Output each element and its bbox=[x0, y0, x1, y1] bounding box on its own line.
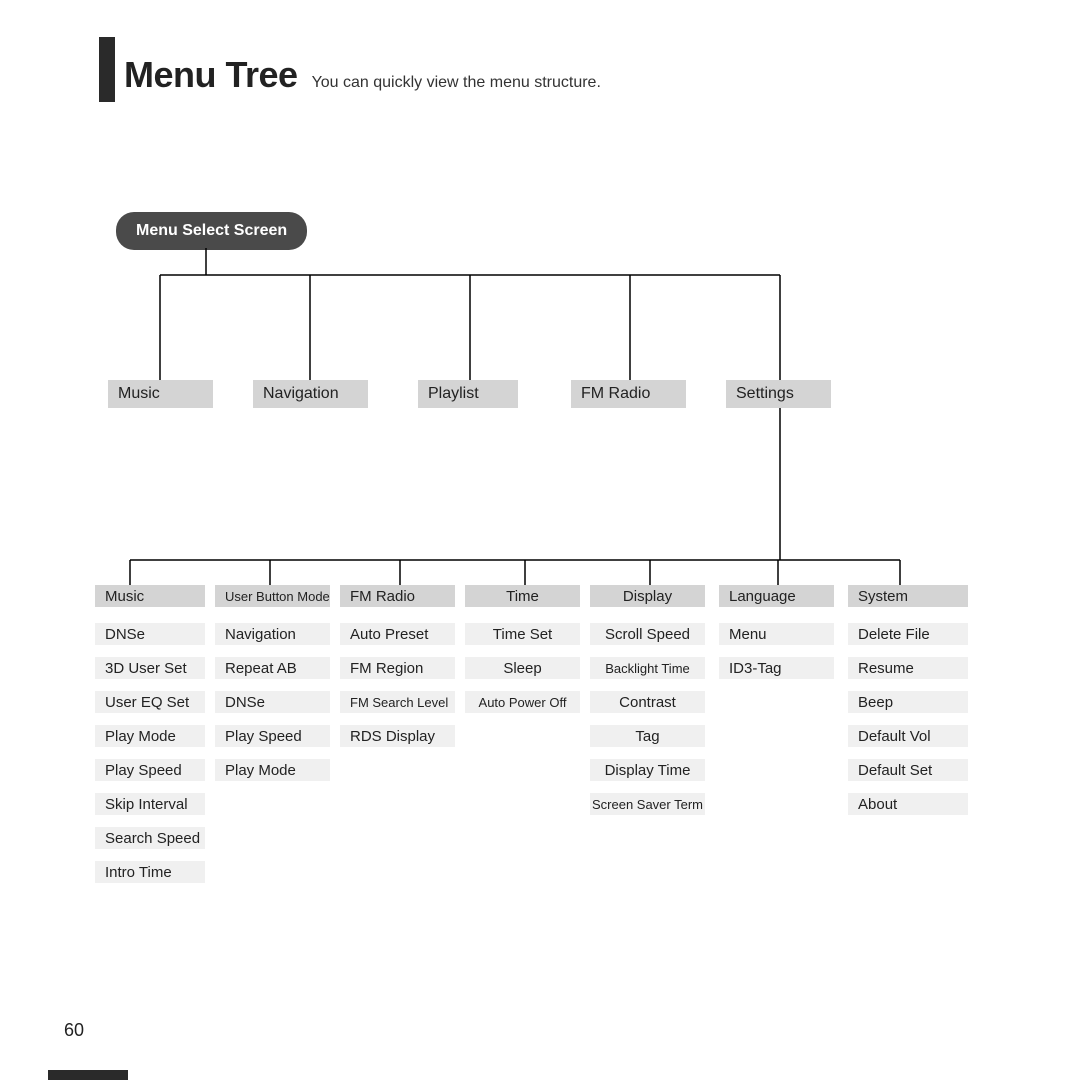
item-usereqset: User EQ Set bbox=[95, 691, 205, 713]
submenu-head-system: System bbox=[848, 585, 968, 607]
item-displaytime: Display Time bbox=[590, 759, 705, 781]
item-timeset: Time Set bbox=[465, 623, 580, 645]
tree-connectors bbox=[0, 0, 1080, 1080]
item-3duserset: 3D User Set bbox=[95, 657, 205, 679]
item-defaultvol: Default Vol bbox=[848, 725, 968, 747]
item-rdsdisplay: RDS Display bbox=[340, 725, 455, 747]
level1-navigation: Navigation bbox=[253, 380, 368, 408]
level1-fmradio: FM Radio bbox=[571, 380, 686, 408]
item-playmode: Play Mode bbox=[95, 725, 205, 747]
item-about: About bbox=[848, 793, 968, 815]
item-searchspeed: Search Speed bbox=[95, 827, 205, 849]
item-menu: Menu bbox=[719, 623, 834, 645]
item-autopoweroff: Auto Power Off bbox=[465, 691, 580, 713]
item-tag: Tag bbox=[590, 725, 705, 747]
item-fmsearchlevel: FM Search Level bbox=[340, 691, 455, 713]
item-sleep: Sleep bbox=[465, 657, 580, 679]
item-beep: Beep bbox=[848, 691, 968, 713]
level1-music: Music bbox=[108, 380, 213, 408]
item-fmregion: FM Region bbox=[340, 657, 455, 679]
item-screensaverterm: Screen Saver Term bbox=[590, 793, 705, 815]
submenu-head-userbutton: User Button Mode bbox=[215, 585, 330, 607]
item-resume: Resume bbox=[848, 657, 968, 679]
item-autopreset: Auto Preset bbox=[340, 623, 455, 645]
item-introtime: Intro Time bbox=[95, 861, 205, 883]
item-id3tag: ID3-Tag bbox=[719, 657, 834, 679]
item-deletefile: Delete File bbox=[848, 623, 968, 645]
submenu-head-time: Time bbox=[465, 585, 580, 607]
item-contrast: Contrast bbox=[590, 691, 705, 713]
page-number: 60 bbox=[64, 1020, 84, 1041]
root-node: Menu Select Screen bbox=[116, 212, 307, 250]
page-subtitle: You can quickly view the menu structure. bbox=[312, 74, 601, 92]
submenu-head-language: Language bbox=[719, 585, 834, 607]
item-playmode2: Play Mode bbox=[215, 759, 330, 781]
footer-accent-bar bbox=[48, 1070, 128, 1080]
item-scrollspeed: Scroll Speed bbox=[590, 623, 705, 645]
submenu-head-music: Music bbox=[95, 585, 205, 607]
submenu-head-display: Display bbox=[590, 585, 705, 607]
level1-playlist: Playlist bbox=[418, 380, 518, 408]
item-skipinterval: Skip Interval bbox=[95, 793, 205, 815]
item-dnse2: DNSe bbox=[215, 691, 330, 713]
item-repeatab: Repeat AB bbox=[215, 657, 330, 679]
item-playspeed2: Play Speed bbox=[215, 725, 330, 747]
title-block: Menu Tree You can quickly view the menu … bbox=[124, 54, 601, 96]
item-dnse: DNSe bbox=[95, 623, 205, 645]
level1-settings: Settings bbox=[726, 380, 831, 408]
title-accent-bar bbox=[99, 37, 115, 102]
page-title: Menu Tree bbox=[124, 54, 298, 96]
item-playspeed: Play Speed bbox=[95, 759, 205, 781]
item-navigation: Navigation bbox=[215, 623, 330, 645]
page: Menu Tree You can quickly view the menu … bbox=[0, 0, 1080, 1080]
item-backlighttime: Backlight Time bbox=[590, 657, 705, 679]
item-defaultset: Default Set bbox=[848, 759, 968, 781]
submenu-head-fmradio: FM Radio bbox=[340, 585, 455, 607]
